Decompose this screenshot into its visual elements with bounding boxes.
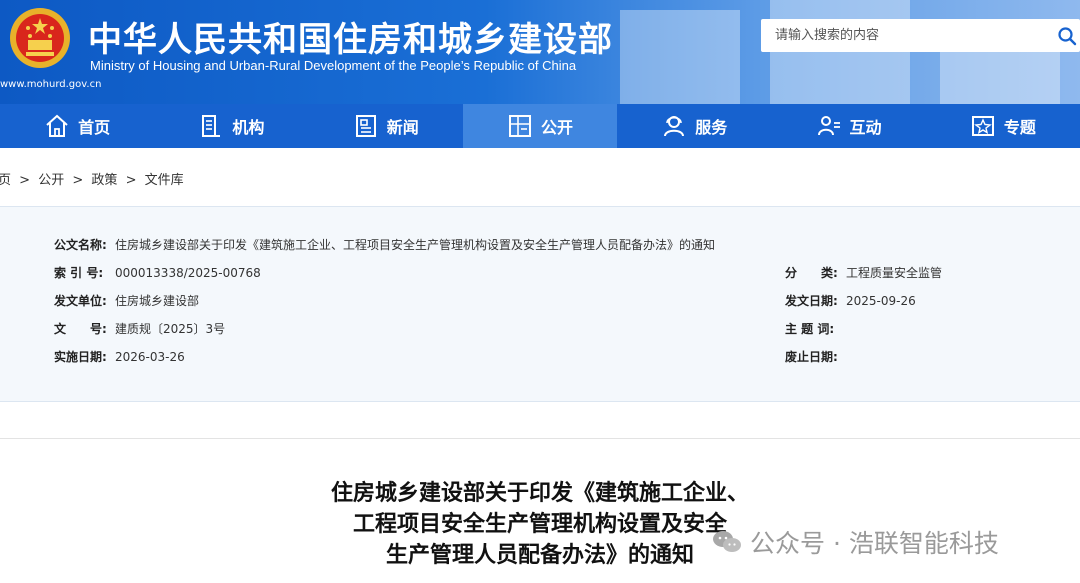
wechat-watermark: 公众号 · 浩联智能科技 [712, 524, 999, 560]
breadcrumb-separator: > [19, 173, 31, 188]
nav-label: 专题 [1003, 118, 1036, 137]
info-label: 实施日期: [54, 350, 107, 364]
topic-icon [971, 116, 994, 136]
info-label: 发文单位: [54, 294, 107, 308]
document-info-panel: 公文名称: 住房城乡建设部关于印发《建筑施工企业、工程项目安全生产管理机构设置及安… [0, 206, 1080, 402]
info-row-effective-date: 实施日期: 2026-03-26 [54, 348, 185, 365]
nav-label: 首页 [78, 118, 111, 137]
service-icon [664, 116, 685, 137]
watermark-text: 公众号 · 浩联智能科技 [750, 529, 999, 558]
info-value: 工程质量安全监管 [846, 266, 943, 280]
info-row-category: 分 类: 工程质量安全监管 [785, 264, 942, 281]
breadcrumb-policy[interactable]: 政策 [91, 173, 117, 188]
nav-item-topic[interactable]: 专题 [926, 104, 1080, 148]
national-emblem-icon [10, 8, 70, 68]
info-label: 索 引 号: [54, 266, 104, 280]
breadcrumb-separator: > [125, 173, 137, 188]
search-input[interactable] [775, 19, 1045, 52]
info-row-issue-date: 发文日期: 2025-09-26 [785, 292, 916, 309]
info-label: 分 类: [785, 266, 838, 280]
info-value: 住房城乡建设部 [115, 294, 200, 308]
building-icon [202, 115, 221, 137]
info-label: 文 号: [54, 322, 107, 336]
breadcrumb-home[interactable]: 页 [0, 173, 11, 188]
info-value: 住房城乡建设部关于印发《建筑施工企业、工程项目安全生产管理机构设置及安全生产管理… [115, 238, 716, 252]
wechat-icon [713, 531, 741, 552]
info-value: 2025-09-26 [846, 294, 916, 308]
nav-label: 互动 [849, 118, 882, 137]
info-value: 建质规〔2025〕3号 [115, 322, 226, 336]
nav-item-home[interactable]: 首页 [0, 104, 154, 148]
nav-item-service[interactable]: 服务 [617, 104, 771, 148]
info-row-issuer: 发文单位: 住房城乡建设部 [54, 292, 199, 309]
nav-item-interaction[interactable]: 互动 [771, 104, 925, 148]
info-label: 主 题 词: [785, 322, 835, 336]
info-label: 发文日期: [785, 294, 838, 308]
nav-item-disclosure[interactable]: 公开 [462, 104, 618, 148]
info-row-name: 公文名称: 住房城乡建设部关于印发《建筑施工企业、工程项目安全生产管理机构设置及安… [54, 236, 715, 253]
site-title-cn: 中华人民共和国住房和城乡建设部 [88, 20, 613, 60]
site-header: www.mohurd.gov.cn 中华人民共和国住房和城乡建设部 Minist… [0, 0, 1080, 104]
search-box [761, 19, 1080, 52]
breadcrumb-separator: > [72, 173, 84, 188]
info-value: 000013338/2025-00768 [115, 266, 261, 280]
info-label: 废止日期: [785, 350, 838, 364]
breadcrumb-disclosure[interactable]: 公开 [38, 173, 64, 188]
info-row-doc-no: 文 号: 建质规〔2025〕3号 [54, 320, 225, 337]
breadcrumb: 页 > 公开 > 政策 > 文件库 [0, 169, 188, 188]
info-row-index: 索 引 号: 000013338/2025-00768 [54, 264, 261, 281]
breadcrumb-file-library[interactable]: 文件库 [145, 173, 184, 188]
nav-label: 服务 [695, 118, 728, 137]
info-label: 公文名称: [54, 238, 107, 252]
disclosure-icon [508, 115, 531, 137]
content-divider [0, 438, 1080, 439]
info-row-expiry-date: 废止日期: [785, 348, 846, 365]
nav-item-news[interactable]: 新闻 [309, 104, 463, 148]
info-value: 2026-03-26 [115, 350, 185, 364]
info-row-keywords: 主 题 词: [785, 320, 846, 337]
interaction-icon [817, 116, 840, 136]
nav-label: 新闻 [386, 118, 419, 137]
main-nav: 首页 机构 新闻 公开 服务 互动 专题 [0, 104, 1080, 148]
nav-label: 公开 [540, 118, 573, 137]
news-icon [355, 115, 376, 137]
site-domain: www.mohurd.gov.cn [0, 79, 102, 90]
building-background-icon [620, 0, 1060, 104]
search-icon[interactable] [1057, 26, 1077, 46]
site-title-en: Ministry of Housing and Urban-Rural Deve… [90, 58, 577, 73]
nav-item-organization[interactable]: 机构 [154, 104, 308, 148]
nav-label: 机构 [232, 118, 265, 137]
article-title-line: 住房城乡建设部关于印发《建筑施工企业、 [330, 481, 749, 506]
home-icon [46, 114, 68, 137]
